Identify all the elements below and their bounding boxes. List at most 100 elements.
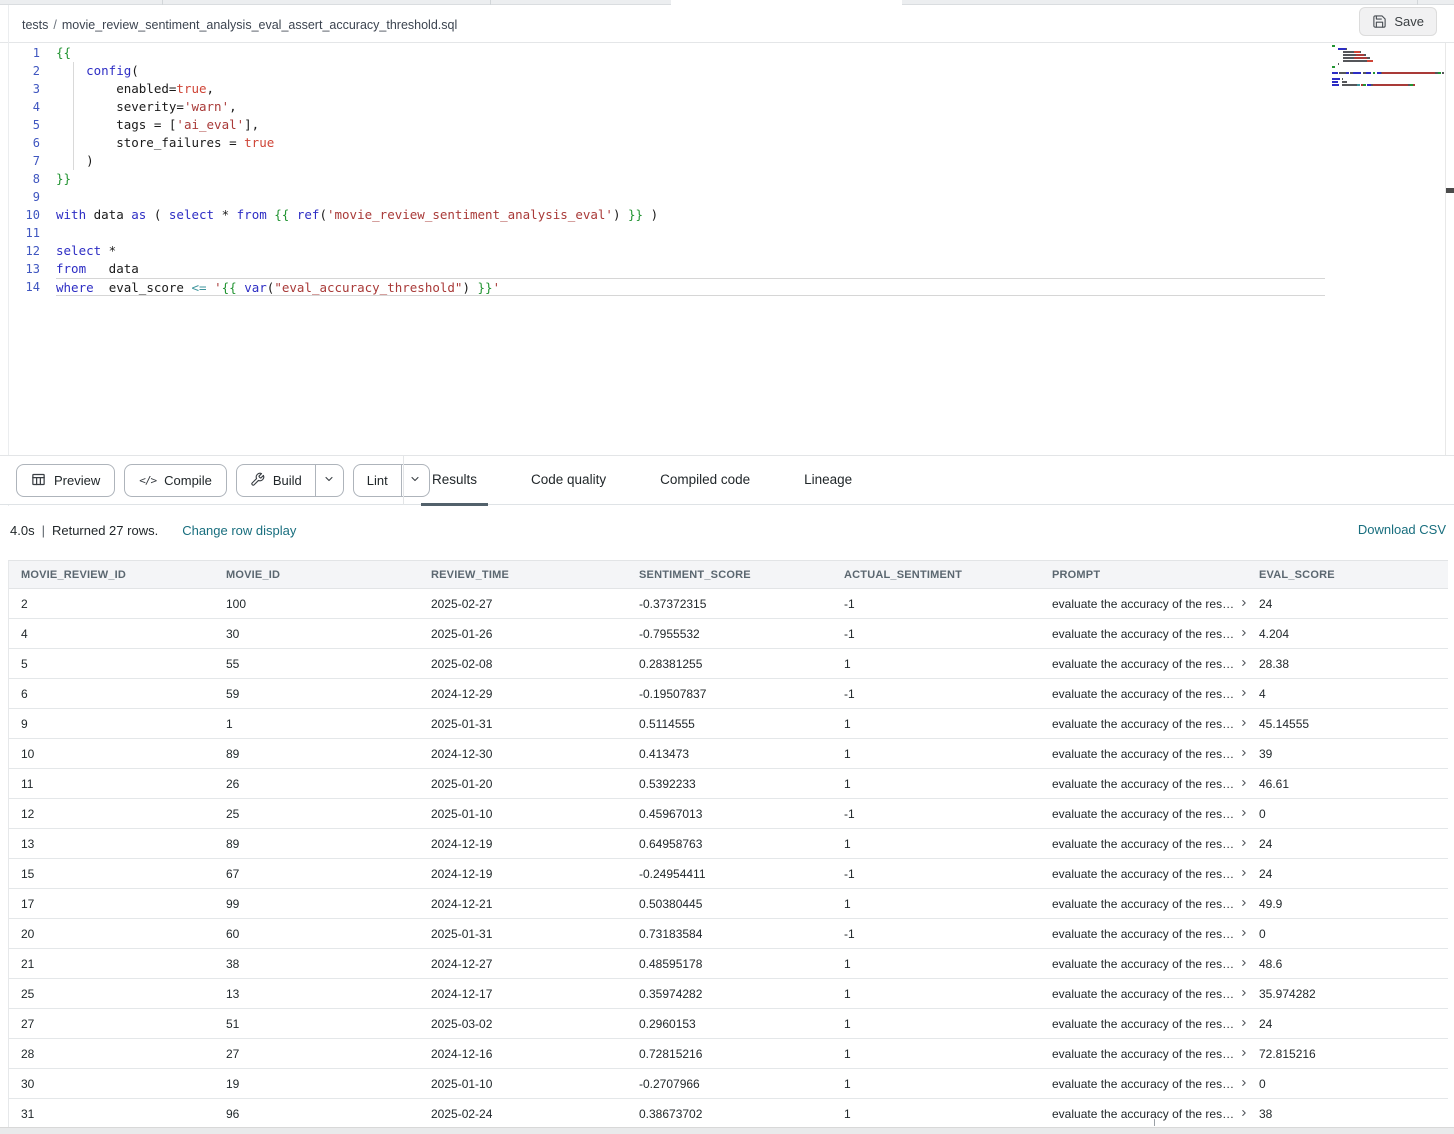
- tab-compiled-code[interactable]: Compiled code: [649, 456, 761, 506]
- line-number[interactable]: 10: [0, 206, 40, 224]
- expand-chevron-icon[interactable]: [1239, 897, 1247, 911]
- button-row: Preview </> Compile Build Lint: [16, 456, 430, 505]
- code-line[interactable]: enabled=true,: [56, 80, 1325, 98]
- cell-movie-review-id: 11: [9, 769, 214, 798]
- save-button[interactable]: Save: [1359, 7, 1437, 36]
- expand-chevron-icon[interactable]: [1239, 627, 1247, 641]
- cell-prompt[interactable]: evaluate the accuracy of the res…: [1040, 919, 1247, 948]
- cell-prompt[interactable]: evaluate the accuracy of the res…: [1040, 1009, 1247, 1038]
- column-header-sentiment-score[interactable]: SENTIMENT_SCORE: [627, 561, 832, 588]
- tab-code-quality[interactable]: Code quality: [520, 456, 617, 506]
- cell-prompt[interactable]: evaluate the accuracy of the res…: [1040, 889, 1247, 918]
- expand-chevron-icon[interactable]: [1239, 687, 1247, 701]
- column-header-actual-sentiment[interactable]: ACTUAL_SENTIMENT: [832, 561, 1040, 588]
- cell-actual-sentiment: -1: [832, 799, 1040, 828]
- cell-prompt[interactable]: evaluate the accuracy of the res…: [1040, 619, 1247, 648]
- preview-button[interactable]: Preview: [16, 464, 115, 497]
- cell-prompt[interactable]: evaluate the accuracy of the res…: [1040, 709, 1247, 738]
- line-number[interactable]: 14: [0, 278, 40, 296]
- code-line[interactable]: [56, 188, 1325, 206]
- expand-chevron-icon[interactable]: [1239, 777, 1247, 791]
- expand-chevron-icon[interactable]: [1239, 1107, 1247, 1121]
- expand-chevron-icon[interactable]: [1239, 957, 1247, 971]
- code-line[interactable]: severity='warn',: [56, 98, 1325, 116]
- code-line[interactable]: [56, 224, 1325, 242]
- compile-button[interactable]: </> Compile: [124, 464, 227, 497]
- expand-chevron-icon[interactable]: [1239, 657, 1247, 671]
- code-line[interactable]: from data: [56, 260, 1325, 278]
- cell-prompt[interactable]: evaluate the accuracy of the res…: [1040, 799, 1247, 828]
- prompt-text: evaluate the accuracy of the res…: [1052, 777, 1234, 791]
- code-line[interactable]: ): [56, 152, 1325, 170]
- expand-chevron-icon[interactable]: [1239, 1047, 1247, 1061]
- line-number[interactable]: 8: [0, 170, 40, 188]
- cell-prompt[interactable]: evaluate the accuracy of the res…: [1040, 829, 1247, 858]
- code-line[interactable]: with data as ( select * from {{ ref('mov…: [56, 206, 1325, 224]
- column-header-prompt[interactable]: PROMPT: [1040, 561, 1247, 588]
- line-number[interactable]: 5: [0, 116, 40, 134]
- expand-chevron-icon[interactable]: [1239, 597, 1247, 611]
- cell-prompt[interactable]: evaluate the accuracy of the res…: [1040, 739, 1247, 768]
- line-number[interactable]: 4: [0, 98, 40, 116]
- expand-chevron-icon[interactable]: [1239, 987, 1247, 1001]
- line-number[interactable]: 9: [0, 188, 40, 206]
- cell-prompt[interactable]: evaluate the accuracy of the res…: [1040, 1099, 1247, 1128]
- expand-chevron-icon[interactable]: [1239, 717, 1247, 731]
- expand-chevron-icon[interactable]: [1239, 1077, 1247, 1091]
- change-row-display-link[interactable]: Change row display: [182, 523, 296, 538]
- scrollbar-thumb[interactable]: [1446, 188, 1454, 193]
- code-line[interactable]: where eval_score <= '{{ var("eval_accura…: [56, 278, 1325, 296]
- line-number[interactable]: 11: [0, 224, 40, 242]
- column-header-eval-score[interactable]: EVAL_SCORE: [1247, 561, 1448, 588]
- column-header-movie-id[interactable]: MOVIE_ID: [214, 561, 419, 588]
- cell-actual-sentiment: 1: [832, 1069, 1040, 1098]
- code-line[interactable]: store_failures = true: [56, 134, 1325, 152]
- expand-chevron-icon[interactable]: [1239, 927, 1247, 941]
- column-header-movie-review-id[interactable]: MOVIE_REVIEW_ID: [9, 561, 214, 588]
- line-number[interactable]: 12: [0, 242, 40, 260]
- query-duration: 4.0s: [10, 523, 35, 538]
- breadcrumb-root[interactable]: tests: [22, 18, 48, 32]
- cell-prompt[interactable]: evaluate the accuracy of the res…: [1040, 949, 1247, 978]
- lint-button[interactable]: Lint: [354, 465, 401, 496]
- code-line[interactable]: config(: [56, 62, 1325, 80]
- cell-sentiment-score: 0.413473: [627, 739, 832, 768]
- line-number[interactable]: 7: [0, 152, 40, 170]
- wrench-icon: [250, 472, 265, 490]
- download-csv-link[interactable]: Download CSV: [1358, 522, 1446, 537]
- cell-prompt[interactable]: evaluate the accuracy of the res…: [1040, 589, 1247, 618]
- tab-results[interactable]: Results: [421, 456, 488, 506]
- code-line[interactable]: tags = ['ai_eval'],: [56, 116, 1325, 134]
- cell-prompt[interactable]: evaluate the accuracy of the res…: [1040, 1069, 1247, 1098]
- build-button[interactable]: Build: [237, 465, 315, 496]
- chevron-down-icon: [409, 473, 421, 488]
- code-line[interactable]: {{: [56, 44, 1325, 62]
- cell-prompt[interactable]: evaluate the accuracy of the res…: [1040, 649, 1247, 678]
- column-header-review-time[interactable]: REVIEW_TIME: [419, 561, 627, 588]
- expand-chevron-icon[interactable]: [1239, 747, 1247, 761]
- line-number[interactable]: 1: [0, 44, 40, 62]
- tab-lineage[interactable]: Lineage: [793, 456, 863, 506]
- code-line[interactable]: select *: [56, 242, 1325, 260]
- editor-scrollbar-track[interactable]: [1445, 43, 1446, 455]
- expand-chevron-icon[interactable]: [1239, 1017, 1247, 1031]
- line-number[interactable]: 6: [0, 134, 40, 152]
- cell-prompt[interactable]: evaluate the accuracy of the res…: [1040, 1039, 1247, 1068]
- cell-prompt[interactable]: evaluate the accuracy of the res…: [1040, 979, 1247, 1008]
- cell-prompt[interactable]: evaluate the accuracy of the res…: [1040, 859, 1247, 888]
- code-editor[interactable]: 1234567891011121314 {{ config( enabled=t…: [0, 43, 1454, 455]
- expand-chevron-icon[interactable]: [1239, 807, 1247, 821]
- cell-prompt[interactable]: evaluate the accuracy of the res…: [1040, 679, 1247, 708]
- expand-chevron-icon[interactable]: [1239, 867, 1247, 881]
- code-lines[interactable]: {{ config( enabled=true, severity='warn'…: [56, 44, 1325, 296]
- cell-prompt[interactable]: evaluate the accuracy of the res…: [1040, 769, 1247, 798]
- code-line[interactable]: }}: [56, 170, 1325, 188]
- minimap[interactable]: [1332, 45, 1446, 91]
- line-number[interactable]: 3: [0, 80, 40, 98]
- line-number[interactable]: 13: [0, 260, 40, 278]
- expand-chevron-icon[interactable]: [1239, 837, 1247, 851]
- horizontal-scrollbar[interactable]: [0, 1127, 1454, 1134]
- build-dropdown-toggle[interactable]: [315, 465, 343, 496]
- line-number[interactable]: 2: [0, 62, 40, 80]
- cell-movie-review-id: 9: [9, 709, 214, 738]
